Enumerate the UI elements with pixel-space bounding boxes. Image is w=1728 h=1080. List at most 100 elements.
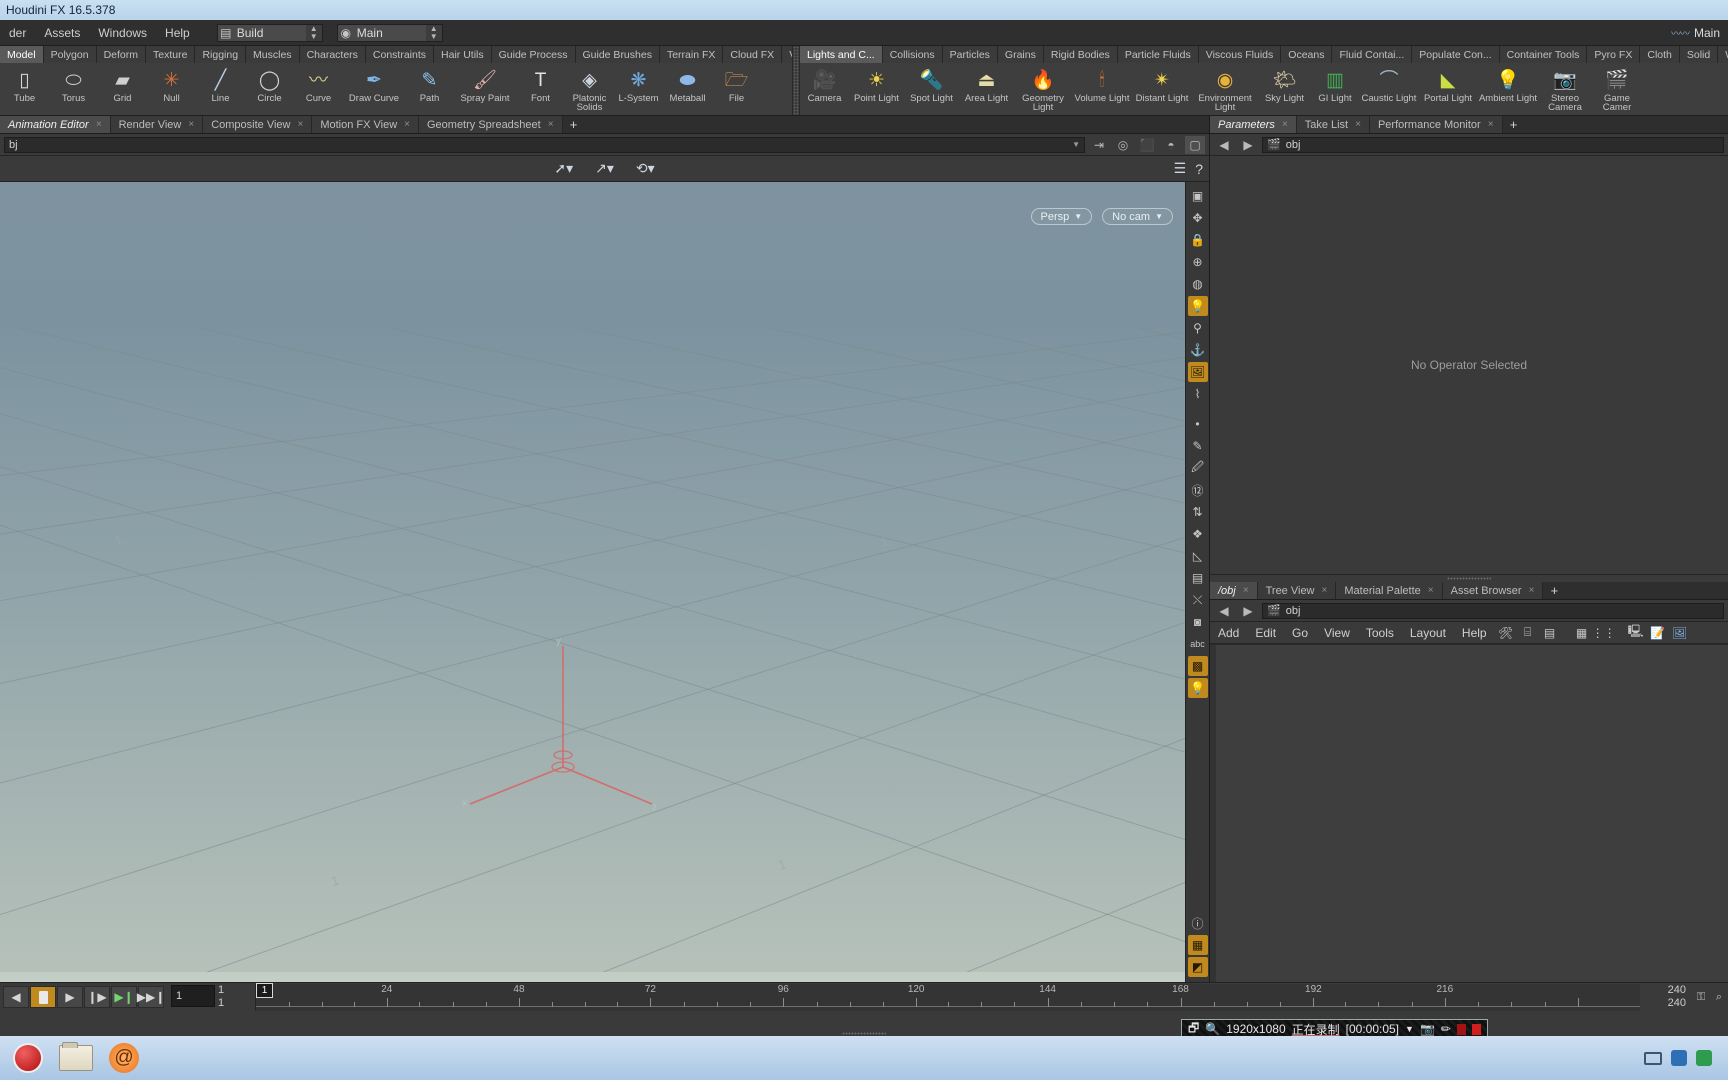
origin-icon[interactable]: ⚲	[1188, 318, 1208, 338]
pencil-icon[interactable]: ✏	[1441, 1022, 1451, 1036]
shelf-tool-volume-light[interactable]: 🕯 Volume Light	[1072, 65, 1132, 104]
close-icon[interactable]: ×	[96, 119, 102, 130]
play-button[interactable]: ▶	[57, 986, 83, 1008]
zoom-icon[interactable]: ⌕	[1710, 984, 1728, 1010]
move-tool-icon[interactable]: ↗▾	[595, 160, 614, 177]
grid-toggle-icon[interactable]: ▦	[1187, 935, 1208, 955]
shelf-tab-solid[interactable]: Solid	[1679, 46, 1719, 63]
shelf-tool-grid[interactable]: ▰ Grid	[98, 65, 147, 104]
measure-icon[interactable]: ⑫	[1188, 480, 1208, 500]
shelf-tool-gi-light[interactable]: ▥ GI Light	[1311, 65, 1359, 104]
tab-obj-network[interactable]: /obj ×	[1210, 582, 1258, 599]
shelf-tool-platonic-solids[interactable]: ◈ Platonic Solids	[565, 65, 614, 113]
shelf-tab-oceans[interactable]: Oceans	[1281, 46, 1333, 63]
back-arrow-icon[interactable]: ◀	[1214, 602, 1234, 620]
zoom-icon[interactable]: 🔍	[1205, 1022, 1220, 1036]
viewport-combo-spinner[interactable]: ▲ ▼	[425, 24, 442, 41]
range-end-value[interactable]: 240	[1668, 984, 1686, 997]
shelf-tab-grains[interactable]: Grains	[997, 46, 1044, 63]
shelf-tool-camera[interactable]: 🎥 Camera	[800, 65, 849, 104]
node-path-input[interactable]: bj ▼	[4, 136, 1085, 153]
snapshot-icon[interactable]: 🖳	[1625, 624, 1647, 642]
shelf-tab-viscous-fluids[interactable]: Viscous Fluids	[1198, 46, 1282, 63]
group-icon[interactable]: ❖	[1188, 524, 1208, 544]
shelf-tool-l-system[interactable]: ❋ L-System	[614, 65, 663, 104]
brush-icon[interactable]: 🖉	[1188, 458, 1208, 478]
hierarchy-icon[interactable]: ⌸	[1517, 624, 1539, 642]
desktop-combo-spinner[interactable]: ▲ ▼	[305, 24, 322, 41]
tab-geometry-spreadsheet[interactable]: Geometry Spreadsheet ×	[418, 116, 563, 133]
jump-end-button[interactable]: ▶❙	[111, 986, 137, 1008]
camera-dropdown[interactable]: No cam ▼	[1102, 208, 1173, 225]
shelf-tab-characters[interactable]: Characters	[299, 46, 366, 63]
shelf-tab-collisions[interactable]: Collisions	[882, 46, 943, 63]
shelf-tool-line[interactable]: ╱ Line	[196, 65, 245, 104]
viewport-3d[interactable]: 1 1 1 1 1 1 2 2 y x z	[0, 182, 1185, 982]
pause-icon[interactable]	[1456, 1023, 1466, 1035]
shelf-tool-portal-light[interactable]: ◣ Portal Light	[1419, 65, 1477, 104]
sculpt-icon[interactable]: ⤬	[1188, 590, 1208, 610]
light-icon[interactable]: 💡	[1187, 296, 1208, 316]
shelf-tab-deform[interactable]: Deform	[96, 46, 146, 63]
select-tool-icon[interactable]: ➚▾	[554, 160, 573, 177]
shelf-tab-polygon[interactable]: Polygon	[43, 46, 97, 63]
shelf-tab-pyro-fx[interactable]: Pyro FX	[1587, 46, 1641, 63]
stop-icon[interactable]	[1471, 1023, 1481, 1035]
shelf-tab-muscles[interactable]: Muscles	[246, 46, 300, 63]
right-pane-splitter[interactable]	[1210, 575, 1728, 582]
shelf-tool-draw-curve[interactable]: ✒ Draw Curve	[343, 65, 405, 104]
help-icon[interactable]: ?	[1195, 161, 1203, 177]
image-icon[interactable]: 🖼	[1187, 362, 1208, 382]
shelf-tool-ambient-light[interactable]: 💡 Ambient Light	[1477, 65, 1539, 104]
shelf-tab-particles[interactable]: Particles	[942, 46, 998, 63]
image-icon[interactable]: 🖼	[1669, 624, 1691, 642]
chevron-down-icon[interactable]: ▼	[1405, 1024, 1414, 1034]
network-menu-go[interactable]: Go	[1284, 622, 1316, 644]
layers-icon[interactable]: ◓	[1161, 136, 1181, 154]
shelf-tab-rigging[interactable]: Rigging	[195, 46, 247, 63]
network-menu-layout[interactable]: Layout	[1402, 622, 1454, 644]
menu-item-assets[interactable]: Assets	[35, 20, 89, 46]
timeline-ruler[interactable]: 1 24 48 72 96 120 144 168 192 216	[255, 983, 1640, 1011]
tab-material-palette[interactable]: Material Palette ×	[1336, 582, 1443, 599]
current-frame-input[interactable]: 1	[171, 985, 215, 1007]
shelf-tool-circle[interactable]: ◯ Circle	[245, 65, 294, 104]
shelf-tool-path[interactable]: ✎ Path	[405, 65, 454, 104]
close-icon[interactable]: ×	[1243, 585, 1249, 596]
shelf-tool-file[interactable]: 🗁 File	[712, 65, 761, 104]
rotate-tool-icon[interactable]: ⟲▾	[636, 160, 655, 177]
shelf-tool-environment-light[interactable]: ◉ Environment Light	[1192, 65, 1258, 113]
close-icon[interactable]: ×	[1355, 119, 1361, 130]
playhead[interactable]: 1	[256, 983, 273, 998]
texture-icon[interactable]: ▩	[1187, 656, 1208, 676]
shelf-tab-lights-and-cameras[interactable]: Lights and C...	[800, 46, 883, 63]
shelf-tab-texture[interactable]: Texture	[146, 46, 196, 63]
tab-tree-view[interactable]: Tree View ×	[1257, 582, 1337, 599]
shelf-tool-spot-light[interactable]: 🔦 Spot Light	[904, 65, 959, 104]
shelf-tool-spray-paint[interactable]: 🖌 Spray Paint	[454, 65, 516, 104]
grid-icon[interactable]: ⋮⋮	[1592, 624, 1616, 642]
shelf-tool-game-camera[interactable]: 🎬 Game Camer	[1591, 65, 1643, 113]
viewport-combo[interactable]: ◉ Main ▲ ▼	[336, 23, 443, 42]
tab-motion-fx-view[interactable]: Motion FX View ×	[312, 116, 419, 133]
shelf-tab-hair-utils[interactable]: Hair Utils	[434, 46, 492, 63]
snapshot-icon[interactable]: ◩	[1187, 957, 1208, 977]
display-icon[interactable]: ▢	[1185, 135, 1205, 154]
shelf-tab-rigid-bodies[interactable]: Rigid Bodies	[1043, 46, 1118, 63]
menu-item-help[interactable]: Help	[156, 20, 199, 46]
network-menu-view[interactable]: View	[1316, 622, 1358, 644]
shelf-tool-sky-light[interactable]: 🌤 Sky Light	[1258, 65, 1311, 104]
shelf-tool-null[interactable]: ✳ Null	[147, 65, 196, 104]
magnet-icon[interactable]: ⚓	[1188, 340, 1208, 360]
shelf-tool-point-light[interactable]: ☀ Point Light	[849, 65, 904, 104]
monitor-icon[interactable]	[1644, 1051, 1662, 1065]
select-icon[interactable]: ▣	[1188, 186, 1208, 206]
shelf-tool-distant-light[interactable]: ✴ Distant Light	[1132, 65, 1192, 104]
network-menu-help[interactable]: Help	[1454, 622, 1495, 644]
shelf-tool-stereo-camera[interactable]: 📷 Stereo Camera	[1539, 65, 1591, 113]
construct-icon[interactable]: ⌇	[1188, 384, 1208, 404]
pin-icon[interactable]: ⇥	[1089, 136, 1109, 154]
text-icon[interactable]: abc	[1188, 634, 1208, 654]
target-icon[interactable]: ◎	[1113, 136, 1133, 154]
tab-composite-view[interactable]: Composite View ×	[203, 116, 313, 133]
